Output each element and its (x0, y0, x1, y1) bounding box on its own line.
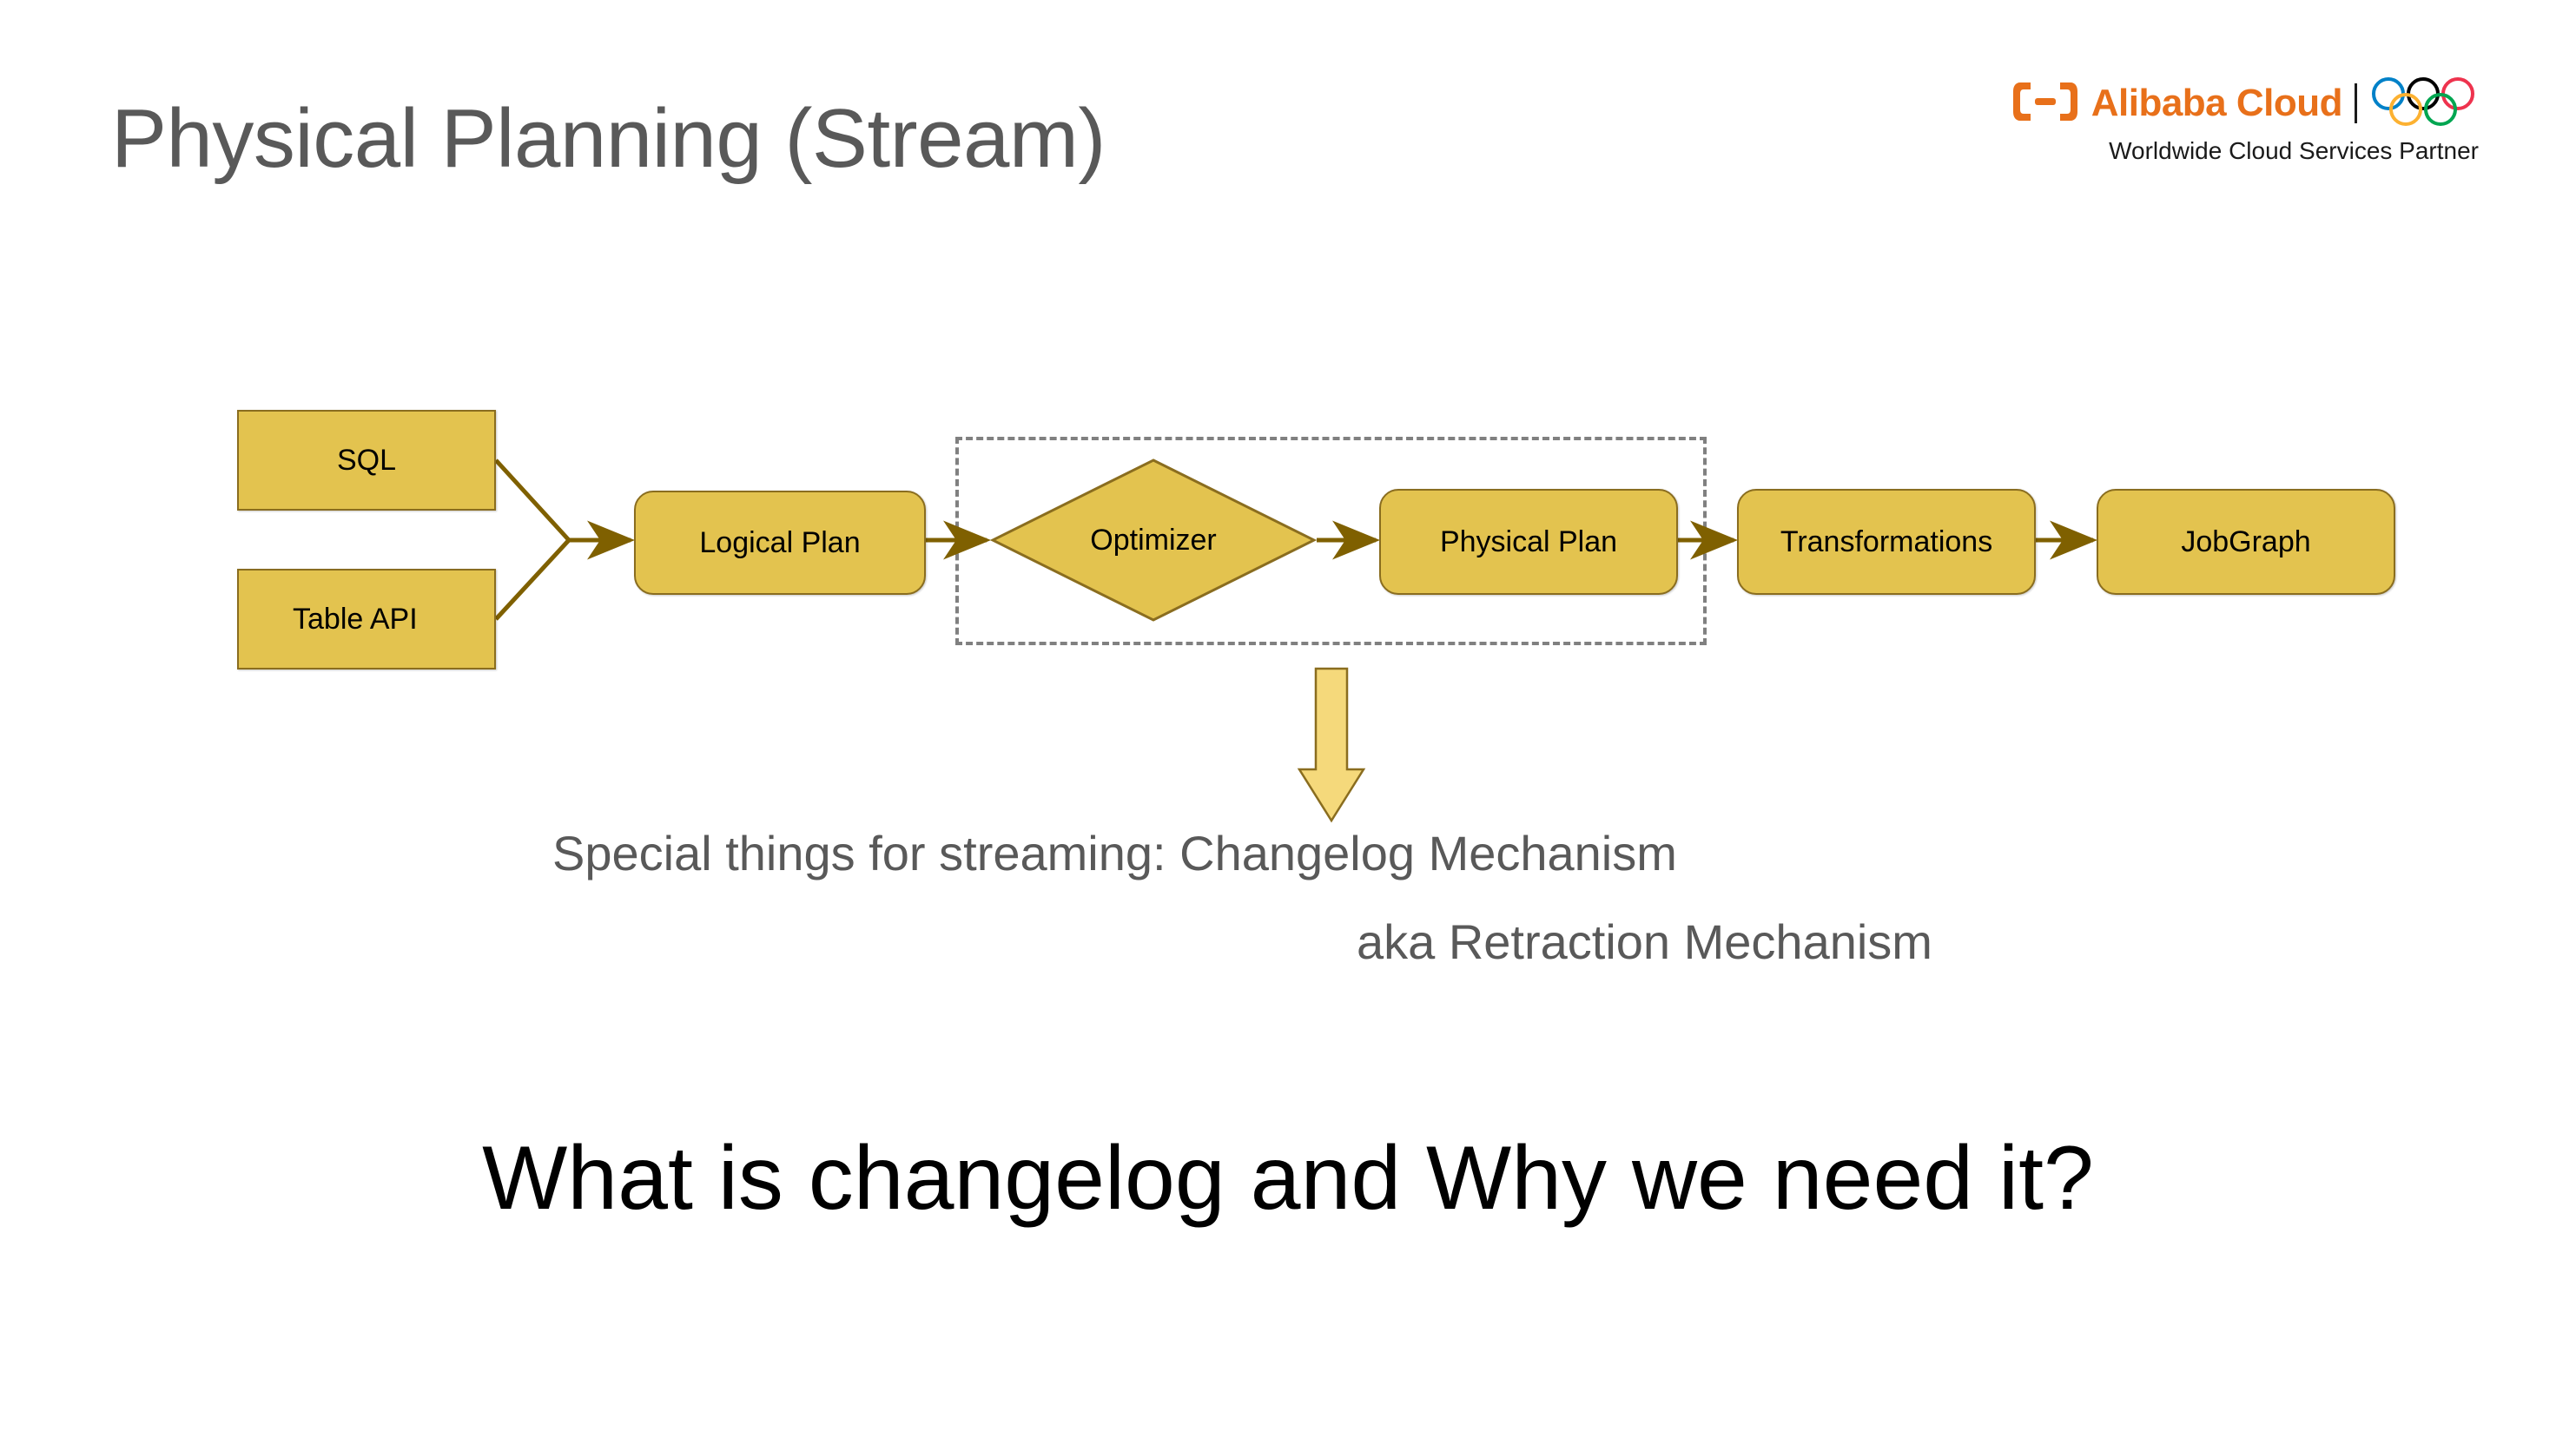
diagram-node-physical-plan[interactable]: Physical Plan (1379, 489, 1678, 595)
diagram-node-optimizer[interactable]: Optimizer (990, 458, 1317, 623)
diagram-node-logical-plan[interactable]: Logical Plan (634, 491, 926, 595)
diagram-node-label: Transformations (1780, 524, 1993, 558)
diagram-node-jobgraph[interactable]: JobGraph (2097, 489, 2395, 595)
diagram-node-label: Optimizer (1090, 523, 1217, 557)
bottom-headline: What is changelog and Why we need it? (482, 1128, 2094, 1229)
caption-line-1: Special things for streaming: Changelog … (552, 826, 1677, 881)
diagram-node-label: SQL (336, 443, 397, 477)
diagram-node-table-api[interactable]: Table API (237, 569, 496, 670)
down-arrow-icon (1297, 667, 1366, 823)
caption-line-2: aka Retraction Mechanism (1357, 914, 1932, 969)
diagram-node-label: Physical Plan (1439, 524, 1618, 558)
diagram-node-sql[interactable]: SQL (237, 410, 496, 511)
diagram-node-label: JobGraph (2181, 524, 2311, 558)
diagram-node-transformations[interactable]: Transformations (1737, 489, 2036, 595)
pipeline-diagram: SQL Table API Logical Plan Optimizer Phy… (0, 0, 2576, 955)
diagram-node-label: Table API (293, 602, 418, 636)
diagram-node-label: Logical Plan (699, 525, 861, 559)
